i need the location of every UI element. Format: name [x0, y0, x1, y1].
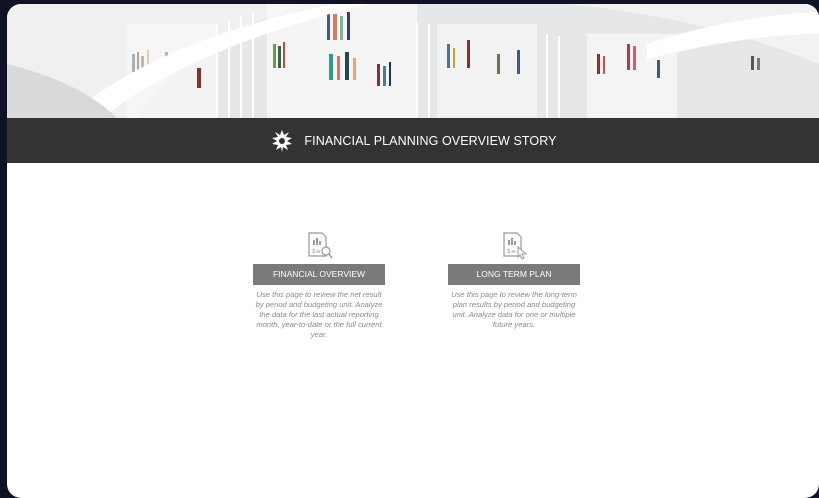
university-flame-logo-icon — [272, 129, 293, 152]
story-page: FINANCIAL PLANNING OVERVIEW STORY $≡ FIN… — [7, 4, 819, 498]
report-pointer-icon: $≡ — [503, 232, 528, 260]
title-bar: FINANCIAL PLANNING OVERVIEW STORY — [7, 118, 819, 163]
financial-overview-card: $≡ FINANCIAL OVERVIEW Use this page to r… — [252, 230, 386, 340]
svg-text:$≡: $≡ — [312, 248, 321, 255]
library-banner-image — [7, 4, 819, 118]
financial-overview-button[interactable]: FINANCIAL OVERVIEW — [253, 264, 385, 285]
long-term-plan-card: $≡ LONG TERM PLAN Use this page to revie… — [447, 230, 581, 330]
long-term-plan-button[interactable]: LONG TERM PLAN — [448, 264, 580, 285]
svg-text:$≡: $≡ — [507, 248, 516, 255]
long-term-plan-description: Use this page to review the long-term pl… — [451, 290, 577, 329]
financial-overview-description: Use this page to review the net result b… — [255, 290, 383, 339]
report-magnifier-icon: $≡ — [308, 232, 333, 259]
page-title: FINANCIAL PLANNING OVERVIEW STORY — [304, 133, 557, 148]
